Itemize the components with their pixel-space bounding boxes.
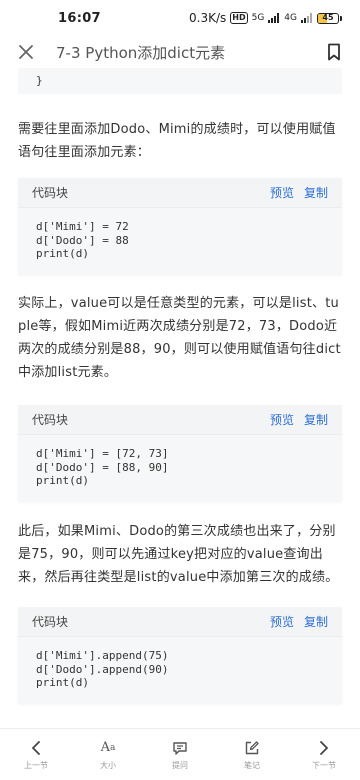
signal-bars-icon-2 [301, 13, 312, 23]
nav-prev-label: 上一节 [24, 760, 48, 770]
code-block-1: 代码块 预览 复制 d['Mimi'] = 72 d['Dodo'] = 88 … [18, 178, 342, 275]
copy-button[interactable]: 复制 [304, 411, 328, 428]
article-content: } 需要往里面添加Dodo、Mimi的成绩时，可以使用赋值语句往里面添加元素： … [0, 68, 360, 728]
nav-question-button[interactable]: 提问 [150, 739, 210, 771]
code-block-2: 代码块 预览 复制 d['Mimi'] = [72, 73] d['Dodo']… [18, 405, 342, 502]
bookmark-button[interactable] [324, 42, 344, 62]
code-body: d['Mimi'].append(75) d['Dodo'].append(90… [18, 637, 342, 704]
chevron-left-icon [32, 740, 40, 755]
edit-note-icon [245, 740, 259, 754]
preview-button[interactable]: 预览 [270, 184, 294, 201]
chat-bubble-icon [173, 741, 187, 755]
close-icon [19, 45, 33, 59]
font-size-icon: Aa [100, 740, 116, 755]
signal-5g-label: 5G [251, 13, 265, 23]
code-line: } [36, 74, 43, 87]
code-line: print(d) [36, 474, 89, 487]
status-time: 16:07 [58, 10, 101, 26]
network-speed: 0.3K/s [189, 11, 227, 25]
battery-icon: 45 [317, 12, 342, 24]
code-line: d['Dodo'] = [88, 90] [36, 460, 169, 474]
paragraph-2: 实际上，value可以是任意类型的元素，可以是list、tuple等，假如Mim… [18, 296, 341, 380]
code-block-header: 代码块 预览 复制 [18, 178, 342, 208]
signal-bars-icon [268, 13, 280, 23]
nav-font-size-button[interactable]: Aa 大小 [78, 739, 138, 771]
signal-4g-label: 4G [284, 13, 297, 23]
code-body: d['Mimi'] = [72, 73] d['Dodo'] = [88, 90… [18, 435, 342, 502]
code-block-label: 代码块 [32, 413, 69, 427]
bottom-nav: 上一节 Aa 大小 提问 笔记 下一节 [0, 728, 360, 780]
code-line: print(d) [36, 676, 89, 689]
code-line: d['Dodo'].append(90) [36, 662, 169, 676]
code-line: d['Dodo'] = 88 [36, 233, 129, 247]
code-block-label: 代码块 [32, 186, 69, 200]
close-button[interactable] [16, 42, 36, 62]
preview-button[interactable]: 预览 [270, 411, 294, 428]
chevron-right-icon [320, 740, 328, 755]
nav-note-button[interactable]: 笔记 [222, 739, 282, 771]
paragraph-1: 需要往里面添加Dodo、Mimi的成绩时，可以使用赋值语句往里面添加元素： [18, 122, 336, 160]
code-body: d['Mimi'] = 72 d['Dodo'] = 88 print(d) [18, 208, 342, 275]
nav-next-button[interactable]: 下一节 [294, 739, 354, 771]
code-block-header: 代码块 预览 复制 [18, 607, 342, 637]
nav-font-size-label: 大小 [100, 760, 116, 770]
paragraph-3: 此后，如果Mimi、Dodo的第三次成绩也出来了，分别是75，90，则可以先通过… [18, 524, 339, 585]
hd-badge: HD [230, 12, 248, 24]
code-line: print(d) [36, 247, 89, 260]
code-block-3: 代码块 预览 复制 d['Mimi'].append(75) d['Dodo']… [18, 607, 342, 704]
status-bar: 16:07 0.3K/s HD 5G 4G 45 [0, 0, 360, 36]
nav-note-label: 笔记 [244, 760, 260, 770]
code-block-partial: } [18, 68, 342, 94]
copy-button[interactable]: 复制 [304, 184, 328, 201]
copy-button[interactable]: 复制 [304, 613, 328, 630]
code-block-label: 代码块 [32, 615, 69, 629]
code-line: d['Mimi'] = [72, 73] [36, 447, 169, 460]
preview-button[interactable]: 预览 [270, 613, 294, 630]
code-line: d['Mimi'] = 72 [36, 220, 129, 233]
battery-level: 45 [322, 12, 334, 22]
nav-prev-button[interactable]: 上一节 [6, 739, 66, 771]
code-block-header: 代码块 预览 复制 [18, 405, 342, 435]
nav-question-label: 提问 [172, 760, 188, 770]
header-bar: 7-3 Python添加dict元素 [0, 36, 360, 68]
page-title: 7-3 Python添加dict元素 [56, 43, 226, 62]
code-line: d['Mimi'].append(75) [36, 649, 169, 662]
bookmark-icon [328, 43, 340, 61]
nav-next-label: 下一节 [312, 760, 336, 770]
status-indicators: 0.3K/s HD 5G 4G 45 [189, 11, 342, 25]
